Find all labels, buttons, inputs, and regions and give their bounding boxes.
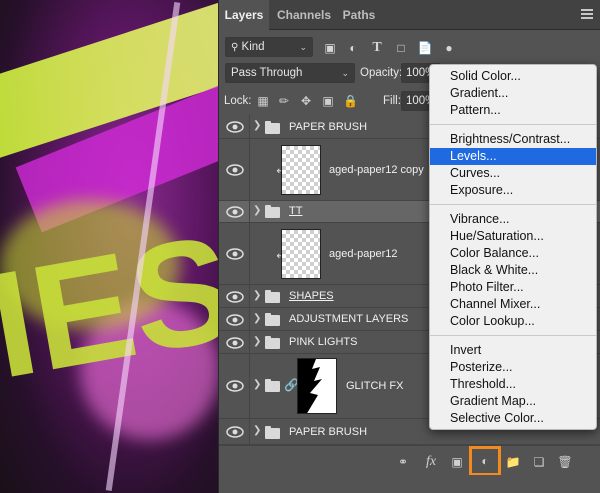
layer-name: aged-paper12: [329, 248, 398, 260]
layers-bottom-bar: ⚭ fx ▣ ◐ 📁 ❏ 🗑: [219, 445, 600, 476]
folder-icon: [265, 290, 280, 303]
menu-item-channel-mixer[interactable]: Channel Mixer...: [430, 296, 596, 313]
eye-icon[interactable]: [225, 248, 245, 260]
chevron-right-icon[interactable]: ❯: [253, 379, 261, 390]
chevron-right-icon[interactable]: ❯: [253, 425, 261, 436]
fx-icon[interactable]: fx: [423, 454, 439, 470]
menu-item-photo-filter[interactable]: Photo Filter...: [430, 279, 596, 296]
folder-icon: [265, 426, 280, 439]
menu-item-hue-saturation[interactable]: Hue/Saturation...: [430, 228, 596, 245]
layer-name: aged-paper12 copy: [329, 164, 424, 176]
artwork-letters: IES: [0, 202, 218, 409]
chevron-right-icon[interactable]: ❯: [253, 336, 261, 347]
lock-label: Lock:: [224, 95, 252, 107]
image-filter-icon[interactable]: ▣: [322, 40, 338, 56]
chevron-right-icon[interactable]: ❯: [253, 290, 261, 301]
svg-text:IES: IES: [0, 202, 218, 409]
filter-row: ⚲ Kind ⌄ ▣ ◐ T □ 📄 ●: [219, 37, 600, 59]
tab-channels[interactable]: Channels: [271, 0, 337, 30]
blend-mode-label: Pass Through: [231, 67, 303, 79]
eye-icon[interactable]: [225, 314, 245, 326]
menu-separator: [430, 124, 596, 125]
trash-icon[interactable]: 🗑: [557, 454, 573, 470]
lock-pixels-icon[interactable]: ✏: [277, 94, 291, 108]
layer-name: TT: [289, 205, 303, 217]
new-group-icon[interactable]: 📁: [505, 454, 521, 470]
menu-item-exposure[interactable]: Exposure...: [430, 182, 596, 199]
menu-item-brightness-contrast[interactable]: Brightness/Contrast...: [430, 131, 596, 148]
menu-item-gradient[interactable]: Gradient...: [430, 85, 596, 102]
lock-position-icon[interactable]: ✥: [299, 94, 313, 108]
folder-icon: [265, 379, 280, 392]
menu-item-color-lookup[interactable]: Color Lookup...: [430, 313, 596, 330]
eye-icon[interactable]: [225, 121, 245, 133]
mask-icon[interactable]: ▣: [449, 454, 465, 470]
eye-icon[interactable]: [225, 337, 245, 349]
document-canvas[interactable]: IES: [0, 0, 218, 493]
eye-icon[interactable]: [225, 291, 245, 303]
lock-artboard-icon[interactable]: ▣: [321, 94, 335, 108]
menu-item-solid-color[interactable]: Solid Color...: [430, 68, 596, 85]
lock-all-icon[interactable]: 🔒: [343, 94, 358, 108]
chevron-right-icon[interactable]: ❯: [253, 205, 261, 216]
tab-paths[interactable]: Paths: [339, 0, 379, 30]
folder-icon: [265, 205, 280, 218]
menu-item-vibrance[interactable]: Vibrance...: [430, 211, 596, 228]
adjustment-filter-icon[interactable]: ◐: [345, 40, 361, 56]
eye-icon[interactable]: [225, 380, 245, 392]
layer-name: GLITCH FX: [346, 380, 404, 392]
opacity-label: Opacity:: [360, 67, 403, 79]
smart-object-filter-icon[interactable]: 📄: [417, 40, 433, 56]
menu-item-pattern[interactable]: Pattern...: [430, 102, 596, 119]
layer-thumbnail: [281, 145, 321, 195]
chevron-down-icon: ⌄: [299, 42, 307, 52]
menu-item-color-balance[interactable]: Color Balance...: [430, 245, 596, 262]
adjustment-icon[interactable]: ◐: [469, 446, 501, 476]
link-icon[interactable]: ⚭: [395, 454, 411, 470]
menu-item-black-white[interactable]: Black & White...: [430, 262, 596, 279]
type-filter-icon[interactable]: T: [369, 40, 385, 56]
menu-item-selective-color[interactable]: Selective Color...: [430, 410, 596, 427]
panel-footer: [219, 475, 600, 493]
menu-item-gradient-map[interactable]: Gradient Map...: [430, 393, 596, 410]
eye-icon[interactable]: [225, 206, 245, 218]
tab-layers[interactable]: Layers: [219, 0, 269, 30]
eye-icon[interactable]: [225, 164, 245, 176]
menu-item-threshold[interactable]: Threshold...: [430, 376, 596, 393]
layer-mask-thumbnail[interactable]: [297, 358, 337, 414]
folder-icon: [265, 313, 280, 326]
kind-filter-label: Kind: [241, 41, 265, 53]
folder-icon: [265, 121, 280, 134]
panel-menu-icon[interactable]: [581, 9, 593, 19]
menu-item-posterize[interactable]: Posterize...: [430, 359, 596, 376]
shape-filter-icon[interactable]: □: [393, 40, 409, 56]
chevron-right-icon[interactable]: ❯: [253, 120, 261, 131]
layer-name: ADJUSTMENT LAYERS: [289, 313, 409, 325]
adjustment-layer-menu: Solid Color... Gradient... Pattern... Br…: [429, 64, 597, 430]
layer-name: PINK LIGHTS: [289, 336, 358, 348]
kind-filter-dropdown[interactable]: ⚲ Kind ⌄: [225, 37, 313, 57]
chevron-down-icon: ⌄: [341, 68, 349, 78]
menu-item-invert[interactable]: Invert: [430, 342, 596, 359]
menu-separator: [430, 204, 596, 205]
menu-item-curves[interactable]: Curves...: [430, 165, 596, 182]
chevron-right-icon[interactable]: ❯: [253, 313, 261, 324]
folder-icon: [265, 336, 280, 349]
menu-separator: [430, 335, 596, 336]
layer-name: SHAPES: [289, 290, 334, 302]
panel-tab-bar: Layers Channels Paths: [219, 0, 600, 30]
eye-icon[interactable]: [225, 426, 245, 438]
layer-name: PAPER BRUSH: [289, 426, 368, 438]
menu-item-levels[interactable]: Levels...: [430, 148, 596, 165]
filter-toggle-icon[interactable]: ●: [441, 40, 457, 56]
new-layer-icon[interactable]: ❏: [531, 454, 547, 470]
fill-label: Fill:: [383, 95, 401, 107]
layer-name: PAPER BRUSH: [289, 121, 368, 133]
lock-transparent-icon[interactable]: ▦: [256, 94, 270, 108]
blend-mode-dropdown[interactable]: Pass Through ⌄: [225, 63, 355, 83]
search-icon: ⚲: [231, 42, 239, 53]
layer-thumbnail: [281, 229, 321, 279]
